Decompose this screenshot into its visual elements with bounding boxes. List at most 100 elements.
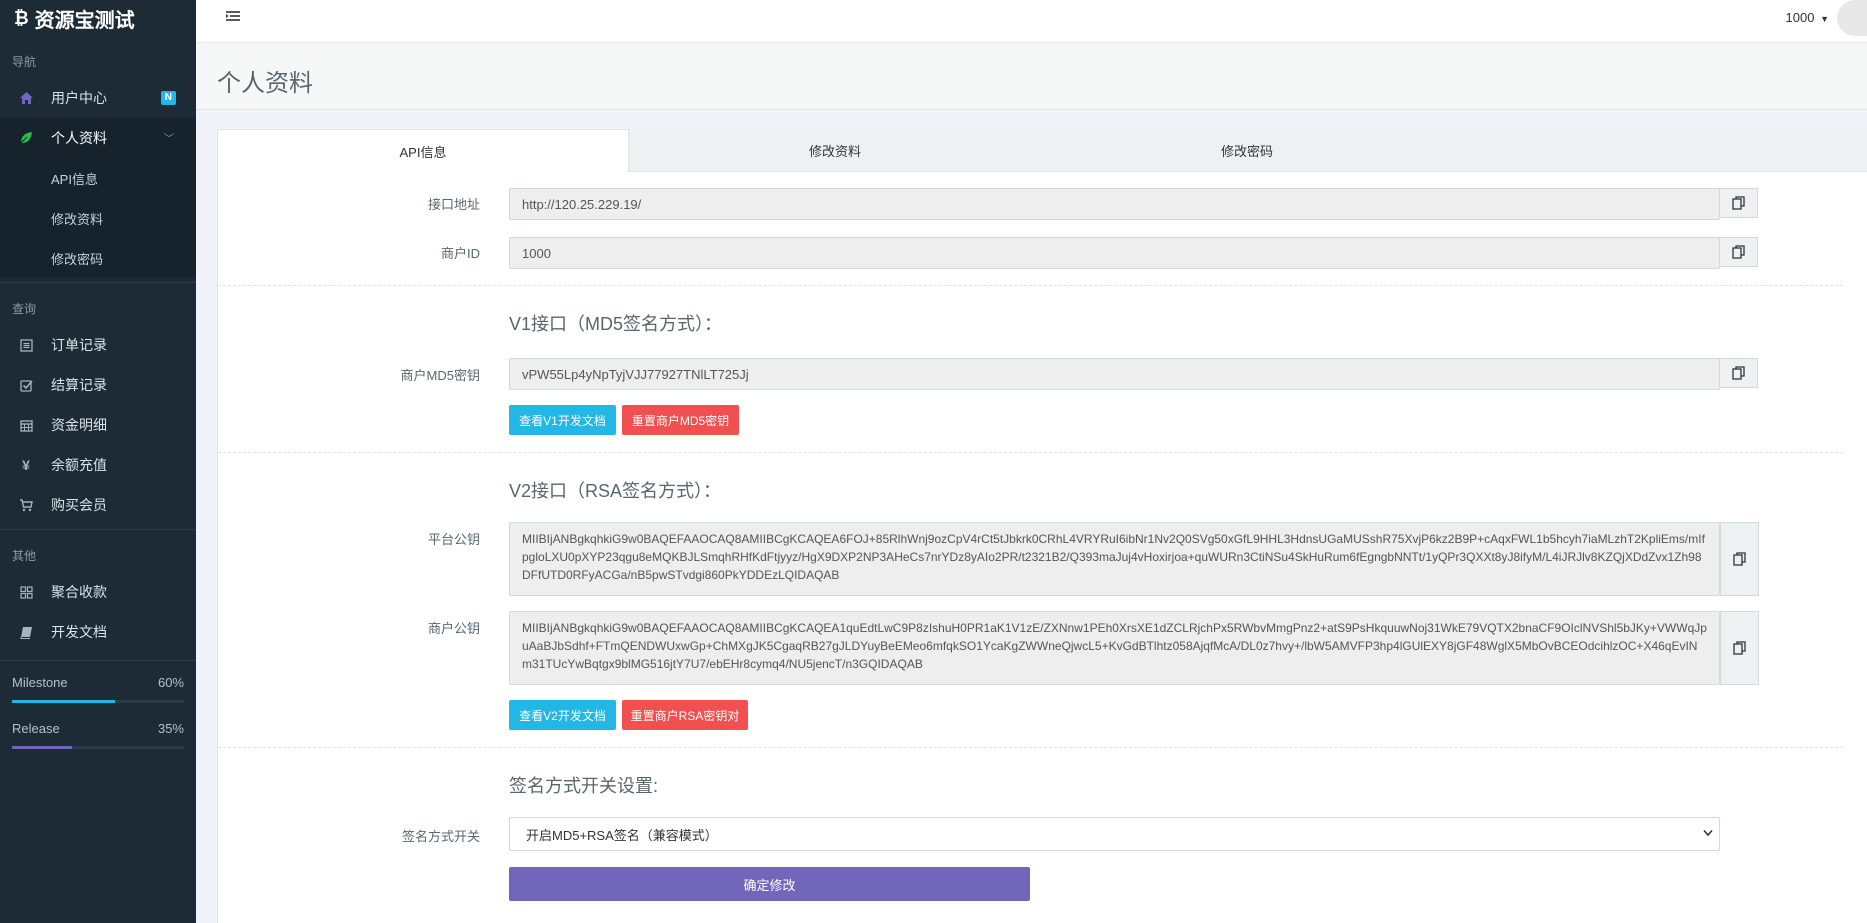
sign-mode-value: 开启MD5+RSA签名（兼容模式） bbox=[526, 827, 718, 843]
topbar: 1000 ▼ bbox=[196, 0, 1867, 43]
copy-button[interactable] bbox=[1720, 611, 1759, 685]
chevron-down-icon: ﹀ bbox=[164, 134, 174, 145]
api-url-field[interactable]: http://120.25.229.19/ bbox=[509, 188, 1758, 220]
sidebar-item-user-center[interactable]: 用户中心 N bbox=[0, 78, 196, 118]
sidebar-item-aggregate-payment[interactable]: 聚合收款 bbox=[0, 572, 196, 612]
progress-label: Release bbox=[12, 721, 60, 736]
api-url-value: http://120.25.229.19/ bbox=[522, 196, 642, 212]
brand[interactable]: ₿ 资源宝测试 bbox=[0, 0, 196, 36]
progress-bar-milestone bbox=[12, 700, 184, 703]
platform-key-label: 平台公钥 bbox=[427, 532, 480, 547]
copy-icon bbox=[1733, 552, 1746, 566]
book-icon bbox=[18, 624, 34, 640]
profile-subnav: API信息 修改资料 修改密码 bbox=[0, 158, 196, 278]
sidebar-item-recharge[interactable]: ¥ 余额充值 bbox=[0, 445, 196, 485]
divider bbox=[218, 747, 1843, 748]
check-square-icon bbox=[18, 377, 34, 393]
sidebar-item-settlements[interactable]: 结算记录 bbox=[0, 365, 196, 405]
query-header: 查询 bbox=[12, 302, 37, 316]
sidebar-item-label: 聚合收款 bbox=[51, 584, 107, 600]
tab-edit-profile[interactable]: 修改资料 bbox=[629, 129, 1041, 172]
nav-header: 导航 bbox=[12, 55, 37, 69]
tab-bar: API信息 修改资料 修改密码 bbox=[217, 129, 1867, 173]
sidebar-item-label: 订单记录 bbox=[51, 337, 107, 353]
sidebar-item-funds[interactable]: 资金明细 bbox=[0, 405, 196, 445]
calendar-icon bbox=[18, 417, 34, 433]
yen-icon: ¥ bbox=[22, 457, 30, 473]
sidebar-subitem-change-password[interactable]: 修改密码 bbox=[0, 238, 196, 278]
progress-release: Release 35% bbox=[12, 721, 184, 736]
sidebar-item-label: 个人资料 bbox=[51, 130, 107, 146]
progress-milestone: Milestone 60% bbox=[12, 675, 184, 690]
cart-icon bbox=[18, 497, 34, 513]
brand-title: 资源宝测试 bbox=[34, 9, 135, 32]
copy-button[interactable] bbox=[1720, 522, 1759, 596]
sidebar-item-label: 资金明细 bbox=[51, 417, 107, 433]
copy-button[interactable] bbox=[1719, 188, 1758, 218]
chevron-down-icon bbox=[1703, 829, 1713, 837]
copy-icon bbox=[1732, 196, 1745, 210]
sidebar-item-label: 购买会员 bbox=[51, 497, 107, 513]
sidebar-item-label: 用户中心 bbox=[51, 90, 107, 106]
leaf-icon bbox=[18, 130, 34, 146]
new-badge: N bbox=[160, 91, 176, 105]
merchant-key-label: 商户公钥 bbox=[427, 621, 480, 636]
caret-down-icon: ▼ bbox=[1820, 14, 1829, 24]
merchant-id-label: 商户ID bbox=[440, 246, 480, 261]
page-header: 个人资料 bbox=[196, 43, 1867, 110]
bitcoin-icon: ₿ bbox=[14, 7, 29, 28]
v2-section-title: V2接口（RSA签名方式）： bbox=[509, 481, 722, 501]
v1-section-title: V1接口（MD5签名方式）： bbox=[509, 314, 723, 334]
submit-button[interactable]: 确定修改 bbox=[509, 867, 1030, 901]
sidebar: ₿ 资源宝测试 导航 用户中心 N 个人资料 ﹀ API信息 修改资料 修改密码… bbox=[0, 0, 196, 923]
md5-key-value: vPW55Lp4yNpTyjVJJ77927TNlLT725Jj bbox=[522, 366, 749, 382]
sidebar-subitem-api-info[interactable]: API信息 bbox=[0, 158, 196, 198]
tab-change-password[interactable]: 修改密码 bbox=[1041, 129, 1453, 172]
progress-section: Milestone 60% Release 35% bbox=[0, 661, 196, 749]
progress-value: 60% bbox=[157, 675, 184, 690]
md5-key-label: 商户MD5密钥 bbox=[400, 368, 480, 383]
progress-fill bbox=[12, 746, 73, 749]
merchant-id-field[interactable]: 1000 bbox=[509, 237, 1758, 269]
sidebar-item-dev-docs[interactable]: 开发文档 bbox=[0, 612, 196, 652]
v1-reset-button[interactable]: 重置商户MD5密钥 bbox=[622, 405, 739, 435]
copy-button[interactable] bbox=[1719, 237, 1758, 267]
copy-icon bbox=[1732, 245, 1745, 259]
sidebar-item-label: 结算记录 bbox=[51, 377, 107, 393]
sidebar-item-label: 余额充值 bbox=[51, 457, 107, 473]
profile-panel: API信息 修改资料 修改密码 接口地址 http://120.25.229.1… bbox=[217, 129, 1867, 923]
sidebar-item-orders[interactable]: 订单记录 bbox=[0, 325, 196, 365]
v2-reset-button[interactable]: 重置商户RSA密钥对 bbox=[622, 700, 748, 730]
platform-key-textarea[interactable]: MIIBIjANBgkqhkiG9w0BAQEFAAOCAQ8AMIIBCgKC… bbox=[509, 522, 1720, 596]
list-icon bbox=[18, 337, 34, 353]
md5-key-field[interactable]: vPW55Lp4yNpTyjVJJ77927TNlLT725Jj bbox=[509, 358, 1758, 390]
divider bbox=[218, 285, 1843, 286]
sidebar-item-membership[interactable]: 购买会员 bbox=[0, 485, 196, 525]
merchant-id-value: 1000 bbox=[522, 245, 551, 261]
sidebar-item-label: 开发文档 bbox=[51, 624, 107, 640]
divider bbox=[218, 452, 1843, 453]
other-header: 其他 bbox=[12, 549, 37, 563]
sign-mode-label: 签名方式开关 bbox=[401, 829, 480, 844]
api-url-label: 接口地址 bbox=[427, 197, 480, 212]
username: 1000 bbox=[1785, 10, 1815, 25]
sign-mode-select[interactable]: 开启MD5+RSA签名（兼容模式） bbox=[509, 817, 1720, 851]
sign-section-title: 签名方式开关设置: bbox=[509, 776, 659, 796]
avatar[interactable] bbox=[1837, 0, 1867, 36]
sidebar-item-profile[interactable]: 个人资料 ﹀ bbox=[0, 118, 196, 158]
menu-toggle-icon[interactable] bbox=[226, 10, 240, 22]
progress-bar-release bbox=[12, 746, 184, 749]
tab-api-info[interactable]: API信息 bbox=[217, 129, 629, 173]
copy-icon bbox=[1733, 641, 1746, 655]
user-menu[interactable]: 1000 ▼ bbox=[1786, 10, 1829, 25]
progress-fill bbox=[12, 700, 116, 703]
v2-doc-button[interactable]: 查看V2开发文档 bbox=[509, 700, 616, 730]
progress-label: Milestone bbox=[12, 675, 68, 690]
page-title: 个人资料 bbox=[217, 70, 313, 97]
copy-button[interactable] bbox=[1719, 358, 1758, 388]
sidebar-subitem-edit-profile[interactable]: 修改资料 bbox=[0, 198, 196, 238]
tab-content: 接口地址 http://120.25.229.19/ 商户ID 1000 V1接… bbox=[217, 172, 1867, 923]
grid-icon bbox=[18, 584, 34, 600]
merchant-key-textarea[interactable]: MIIBIjANBgkqhkiG9w0BAQEFAAOCAQ8AMIIBCgKC… bbox=[509, 611, 1720, 685]
v1-doc-button[interactable]: 查看V1开发文档 bbox=[509, 405, 616, 435]
